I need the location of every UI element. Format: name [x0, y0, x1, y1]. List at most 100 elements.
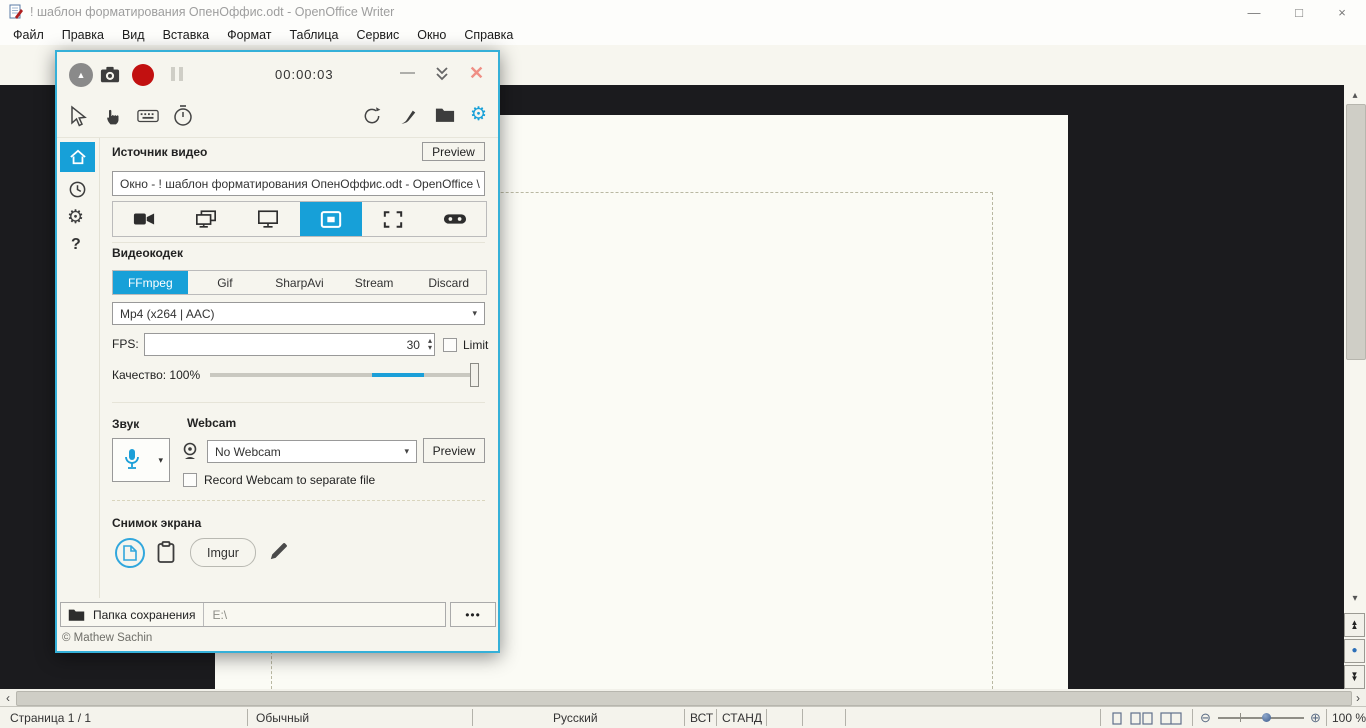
window-maximize-button[interactable]: □	[1277, 0, 1321, 25]
menu-item[interactable]: Окно	[408, 25, 455, 45]
edit-pencil-icon[interactable]	[269, 541, 289, 561]
screenshot-camera-icon[interactable]	[99, 65, 121, 85]
screenshot-label: Снимок экрана	[112, 516, 201, 530]
menu-item[interactable]: Вид	[113, 25, 154, 45]
pause-button[interactable]	[169, 67, 185, 86]
refresh-icon[interactable]	[362, 105, 382, 127]
codec-tab[interactable]: SharpAvi	[262, 271, 337, 294]
microphone-selector[interactable]: ▾	[112, 438, 170, 482]
quality-slider-thumb[interactable]	[470, 363, 479, 387]
multi-page-view-icon[interactable]	[1130, 712, 1154, 725]
screen: ! шаблон форматирования ОпенОффис.odt - …	[0, 0, 1366, 728]
source-camcorder-button[interactable]	[113, 202, 175, 236]
zoom-level[interactable]: 100 %	[1332, 711, 1366, 725]
window-minimize-button[interactable]: —	[1232, 0, 1276, 25]
fps-input[interactable]: 30 ▴ ▾	[144, 333, 435, 356]
source-screen-button[interactable]	[237, 202, 299, 236]
sidebar-home-button[interactable]	[60, 142, 95, 172]
menubar: ФайлПравкаВидВставкаФорматТаблицаСервисО…	[0, 25, 1366, 45]
codec-tab[interactable]: Discard	[411, 271, 486, 294]
help-button[interactable]: ?	[71, 236, 81, 254]
webcam-label: Webcam	[187, 416, 236, 430]
scroll-right-button[interactable]: ›	[1351, 690, 1365, 705]
book-view-icon[interactable]	[1160, 712, 1182, 725]
menu-item[interactable]: Файл	[4, 25, 53, 45]
quality-slider-track[interactable]	[210, 373, 474, 377]
page-style[interactable]: Обычный	[256, 711, 309, 725]
single-page-view-icon[interactable]	[1110, 712, 1124, 725]
horizontal-scrollbar-thumb[interactable]	[16, 691, 1352, 706]
language-selector[interactable]: Русский	[553, 711, 598, 725]
captura-window: ▲ 00:00:03 — ✕	[55, 50, 500, 653]
scroll-left-button[interactable]: ‹	[1, 690, 15, 705]
codec-tabs: FFmpegGifSharpAviStreamDiscard	[112, 270, 487, 295]
codec-tab[interactable]: Gif	[188, 271, 263, 294]
recording-timer: 00:00:03	[275, 67, 334, 82]
menu-item[interactable]: Формат	[218, 25, 280, 45]
brush-icon[interactable]	[399, 105, 419, 127]
sidebar-settings-gear-icon[interactable]: ⚙	[67, 206, 84, 229]
quality-value: 100%	[169, 368, 200, 382]
screens-icon	[195, 210, 217, 229]
vertical-scrollbar-thumb[interactable]	[1346, 104, 1366, 360]
window-title: ! шаблон форматирования ОпенОффис.odt - …	[30, 5, 394, 19]
record-webcam-checkbox[interactable]	[183, 473, 197, 487]
navigation-button[interactable]: ●	[1344, 639, 1365, 663]
microphone-icon	[123, 448, 141, 472]
menu-item[interactable]: Справка	[455, 25, 522, 45]
scroll-down-button[interactable]: ▾	[1344, 590, 1366, 606]
captura-minimize-button[interactable]: —	[400, 64, 415, 81]
source-preview-button[interactable]: Preview	[422, 142, 485, 161]
selection-mode[interactable]: СТАНД	[722, 711, 762, 725]
captura-close-button[interactable]: ✕	[469, 63, 484, 84]
window-close-button[interactable]: ×	[1320, 0, 1364, 25]
clipboard-icon[interactable]	[157, 541, 175, 564]
zoom-slider[interactable]	[1218, 717, 1304, 719]
source-game-button[interactable]	[424, 202, 486, 236]
codec-tab[interactable]: FFmpeg	[113, 271, 188, 294]
codec-tab[interactable]: Stream	[337, 271, 412, 294]
video-codec-label: Видеокодек	[112, 246, 183, 260]
zoom-out-button[interactable]: ⊖	[1200, 710, 1211, 726]
source-region-button[interactable]	[362, 202, 424, 236]
imgur-upload-button[interactable]: Imgur	[190, 538, 256, 567]
zoom-in-button[interactable]: ⊕	[1310, 710, 1321, 726]
webcam-combobox[interactable]: No Webcam ▾	[207, 440, 417, 463]
record-button[interactable]	[132, 64, 154, 86]
screenshot-to-file-button[interactable]	[115, 538, 145, 568]
zoom-slider-thumb[interactable]	[1262, 713, 1271, 722]
browse-folder-button[interactable]: •••	[450, 602, 496, 627]
format-combobox[interactable]: Mp4 (x264 | AAC) ▾	[112, 302, 485, 325]
captura-settings-gear-icon[interactable]: ⚙	[470, 103, 487, 126]
horizontal-scrollbar[interactable]: ‹ ›	[0, 689, 1366, 706]
menu-item[interactable]: Сервис	[347, 25, 408, 45]
insert-mode[interactable]: ВСТ	[690, 711, 713, 725]
vertical-scrollbar[interactable]: ▴ ▾ ▲▲ ● ▼▼	[1344, 85, 1366, 689]
next-page-button[interactable]: ▼▼	[1344, 665, 1365, 689]
expand-chevrons-icon[interactable]	[434, 66, 450, 82]
captura-menu-button[interactable]: ▲	[69, 63, 93, 87]
webcam-icon	[181, 442, 199, 462]
video-source-label: Источник видео	[112, 145, 207, 159]
recent-history-icon[interactable]	[68, 180, 87, 199]
source-window-button[interactable]	[300, 202, 362, 236]
keystrokes-icon[interactable]	[137, 109, 159, 123]
menu-item[interactable]: Вставка	[154, 25, 218, 45]
fps-limit-checkbox[interactable]	[443, 338, 457, 352]
cursor-icon[interactable]	[67, 105, 87, 127]
video-source-combobox[interactable]: Окно - ! шаблон форматирования ОпенОффис…	[112, 171, 485, 196]
scroll-up-button[interactable]: ▴	[1344, 87, 1366, 103]
fps-spinner[interactable]: ▴ ▾	[428, 338, 432, 351]
delay-timer-icon[interactable]	[173, 104, 193, 128]
source-all-screens-button[interactable]	[175, 202, 237, 236]
webcam-preview-button[interactable]: Preview	[423, 438, 485, 463]
save-folder-path[interactable]: E:\	[212, 608, 227, 622]
previous-page-button[interactable]: ▲▲	[1344, 613, 1365, 637]
menu-item[interactable]: Правка	[53, 25, 113, 45]
record-webcam-label: Record Webcam to separate file	[204, 473, 375, 487]
menu-item[interactable]: Таблица	[280, 25, 347, 45]
output-folder-icon[interactable]	[435, 106, 455, 124]
clicks-icon[interactable]	[103, 105, 123, 127]
save-folder-bar[interactable]: Папка сохранения E:\	[60, 602, 446, 627]
camcorder-icon	[133, 211, 155, 227]
